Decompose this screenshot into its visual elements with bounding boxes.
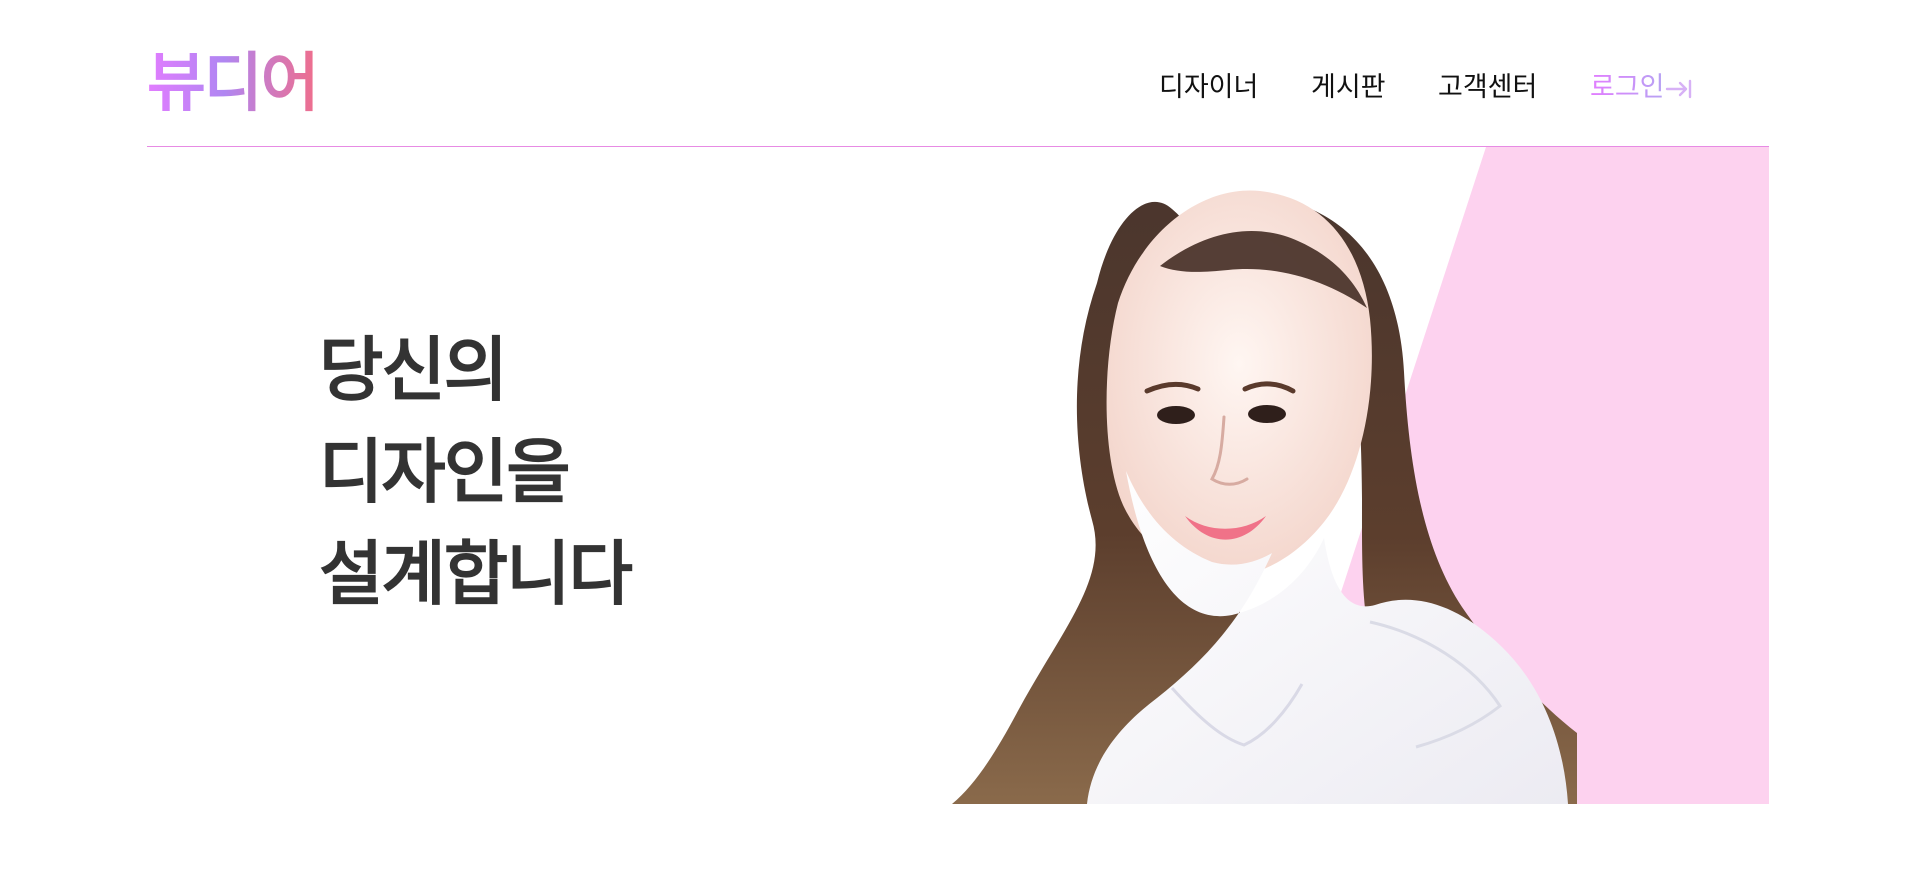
hero-headline: 당신의 디자인을 설계합니다 <box>319 319 633 625</box>
hero-headline-line-1: 당신의 <box>319 328 508 411</box>
hero-headline-line-2: 디자인을 <box>319 430 571 513</box>
nav-designers-link[interactable]: 디자이너 <box>1159 68 1258 108</box>
nav-board-link[interactable]: 게시판 <box>1311 68 1386 108</box>
site-header: 뷰디어 디자이너 게시판 고객센터 로그인 <box>147 0 1769 147</box>
hero-headline-line-3: 설계합니다 <box>319 532 633 615</box>
nav-customer-center-link[interactable]: 고객센터 <box>1438 68 1537 108</box>
hero-banner: 당신의 디자인을 설계합니다 <box>147 147 1769 804</box>
login-link[interactable]: 로그인 <box>1590 68 1665 108</box>
login-arrow-icon[interactable] <box>1665 78 1695 100</box>
main-navigation: 디자이너 게시판 고객센터 로그인 <box>147 68 1769 108</box>
beauty-site-page: 뷰디어 디자이너 게시판 고객센터 로그인 당신의 디자인을 설계합니다 <box>0 0 1910 895</box>
hero-portrait-image <box>952 190 1577 804</box>
